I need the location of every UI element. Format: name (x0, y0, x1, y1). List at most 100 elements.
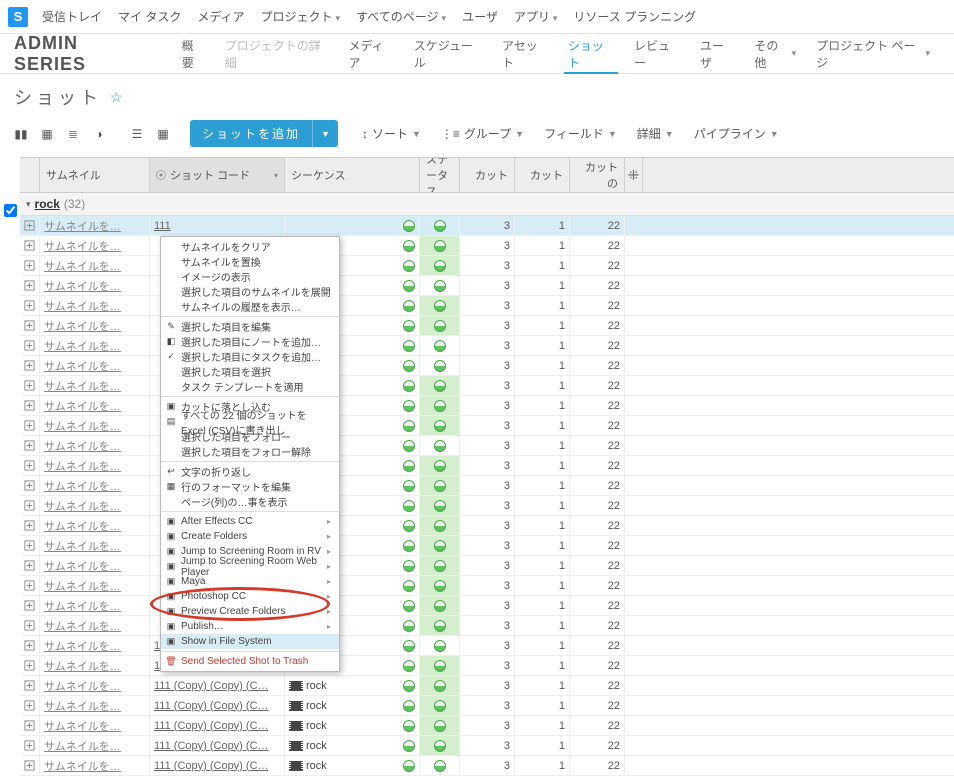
cut-out-cell[interactable]: 1 (515, 376, 570, 395)
pnav-item[interactable]: その他▾ (744, 34, 806, 74)
expand-icon[interactable] (20, 736, 40, 755)
pnav-item[interactable]: ユーザ (690, 34, 744, 74)
status-cell[interactable] (420, 536, 460, 555)
cut-in-cell[interactable]: 3 (460, 736, 515, 755)
group-dropdown[interactable]: ⋮≡グループ▼ (433, 121, 532, 146)
cut-in-cell[interactable]: 3 (460, 316, 515, 335)
context-menu-item[interactable]: ▣Create Folders▸ (161, 529, 339, 544)
pnav-item[interactable]: スケジュール (404, 34, 492, 74)
thumbnail-cell[interactable]: サムネイルを… (40, 236, 150, 255)
cut-in-cell[interactable]: 3 (460, 416, 515, 435)
gnav-item[interactable]: ユーザ (454, 8, 506, 25)
cut-out-cell[interactable]: 1 (515, 756, 570, 775)
status-cell[interactable] (420, 336, 460, 355)
cut-dur-cell[interactable]: 22 (570, 256, 625, 275)
sequence-cell[interactable] (285, 216, 420, 235)
pnav-item[interactable]: レビュー (624, 34, 690, 74)
context-menu-item[interactable]: ▦行のフォーマットを編集 (161, 479, 339, 494)
thumbnail-cell[interactable]: サムネイルを… (40, 356, 150, 375)
col-expand[interactable] (20, 158, 40, 192)
view-calendar-icon[interactable]: ▦ (152, 123, 174, 145)
status-cell[interactable] (420, 216, 460, 235)
status-cell[interactable] (420, 616, 460, 635)
context-menu-item[interactable]: ✎選択した項目を編集 (161, 319, 339, 334)
col-sequence[interactable]: シーケンス (285, 158, 420, 192)
context-menu-item[interactable]: 選択した項目を選択 (161, 364, 339, 379)
cut-out-cell[interactable]: 1 (515, 736, 570, 755)
thumbnail-cell[interactable]: サムネイルを… (40, 516, 150, 535)
pnav-item[interactable]: ショット (558, 34, 624, 74)
view-pane-icon[interactable]: ▮▮ (10, 123, 32, 145)
cut-in-cell[interactable]: 3 (460, 756, 515, 775)
view-thumb-icon[interactable]: ▦ (36, 123, 58, 145)
pnav-item[interactable]: プロジェクトの詳細 (215, 34, 339, 74)
table-row[interactable]: サムネイルを…111 (Copy) (Copy) (C…rock3122 (20, 676, 954, 696)
status-cell[interactable] (420, 376, 460, 395)
table-row[interactable]: サムネイルを…111 (Copy) (Copy) (C…rock3122 (20, 736, 954, 756)
status-cell[interactable] (420, 456, 460, 475)
view-detail-icon[interactable]: ☰ (126, 123, 148, 145)
cut-in-cell[interactable]: 3 (460, 436, 515, 455)
cut-dur-cell[interactable]: 22 (570, 296, 625, 315)
expand-icon[interactable] (20, 756, 40, 775)
code-cell[interactable]: 111 (Copy) (Copy) (C… (150, 736, 285, 755)
context-menu-item[interactable]: 🗑Send Selected Shot to Trash (161, 654, 339, 669)
status-cell[interactable] (420, 736, 460, 755)
row-checkbox[interactable] (4, 204, 17, 217)
expand-icon[interactable] (20, 396, 40, 415)
cut-out-cell[interactable]: 1 (515, 396, 570, 415)
expand-icon[interactable] (20, 656, 40, 675)
expand-icon[interactable] (20, 256, 40, 275)
expand-icon[interactable] (20, 716, 40, 735)
status-cell[interactable] (420, 556, 460, 575)
cut-dur-cell[interactable]: 22 (570, 636, 625, 655)
cut-dur-cell[interactable]: 22 (570, 376, 625, 395)
table-row[interactable]: サムネイルを…111 (Copy) (Copy) (C…rock3122 (20, 756, 954, 776)
code-cell[interactable]: 111 (150, 216, 285, 235)
cut-in-cell[interactable]: 3 (460, 656, 515, 675)
cut-dur-cell[interactable]: 22 (570, 736, 625, 755)
gnav-item[interactable]: マイ タスク (110, 8, 189, 25)
status-cell[interactable] (420, 476, 460, 495)
cut-out-cell[interactable]: 1 (515, 536, 570, 555)
col-shot-code[interactable]: ●ショット コード▾ (150, 158, 285, 192)
thumbnail-cell[interactable]: サムネイルを… (40, 316, 150, 335)
cut-in-cell[interactable]: 3 (460, 296, 515, 315)
cut-out-cell[interactable]: 1 (515, 636, 570, 655)
sequence-cell[interactable]: rock (285, 696, 420, 715)
cut-in-cell[interactable]: 3 (460, 516, 515, 535)
cut-out-cell[interactable]: 1 (515, 676, 570, 695)
cut-in-cell[interactable]: 3 (460, 476, 515, 495)
thumbnail-cell[interactable]: サムネイルを… (40, 536, 150, 555)
cut-dur-cell[interactable]: 22 (570, 356, 625, 375)
cut-dur-cell[interactable]: 22 (570, 456, 625, 475)
cut-dur-cell[interactable]: 22 (570, 236, 625, 255)
context-menu-item[interactable]: イメージの表示 (161, 269, 339, 284)
context-menu-item[interactable]: サムネイルをクリア (161, 239, 339, 254)
cut-out-cell[interactable]: 1 (515, 416, 570, 435)
expand-icon[interactable] (20, 596, 40, 615)
status-cell[interactable] (420, 436, 460, 455)
expand-icon[interactable] (20, 236, 40, 255)
cut-out-cell[interactable]: 1 (515, 616, 570, 635)
context-menu-item[interactable]: 選択した項目をフォロー解除 (161, 444, 339, 459)
cut-dur-cell[interactable]: 22 (570, 576, 625, 595)
pnav-item[interactable]: アセット (492, 34, 558, 74)
context-menu-item[interactable]: ▣Show in File System (161, 634, 339, 649)
context-menu-item[interactable]: ▣Photoshop CC▸ (161, 589, 339, 604)
status-cell[interactable] (420, 396, 460, 415)
add-shot-caret[interactable]: ▼ (313, 120, 338, 147)
thumbnail-cell[interactable]: サムネイルを… (40, 576, 150, 595)
expand-icon[interactable] (20, 356, 40, 375)
thumbnail-cell[interactable]: サムネイルを… (40, 336, 150, 355)
cut-out-cell[interactable]: 1 (515, 316, 570, 335)
context-menu-item[interactable]: ◧選択した項目にノートを追加… (161, 334, 339, 349)
cut-out-cell[interactable]: 1 (515, 556, 570, 575)
cut-out-cell[interactable]: 1 (515, 436, 570, 455)
cut-in-cell[interactable]: 3 (460, 696, 515, 715)
gnav-item[interactable]: メディア (189, 8, 252, 25)
cut-out-cell[interactable]: 1 (515, 696, 570, 715)
expand-icon[interactable] (20, 496, 40, 515)
context-menu-item[interactable]: サムネイルを置換 (161, 254, 339, 269)
status-cell[interactable] (420, 716, 460, 735)
